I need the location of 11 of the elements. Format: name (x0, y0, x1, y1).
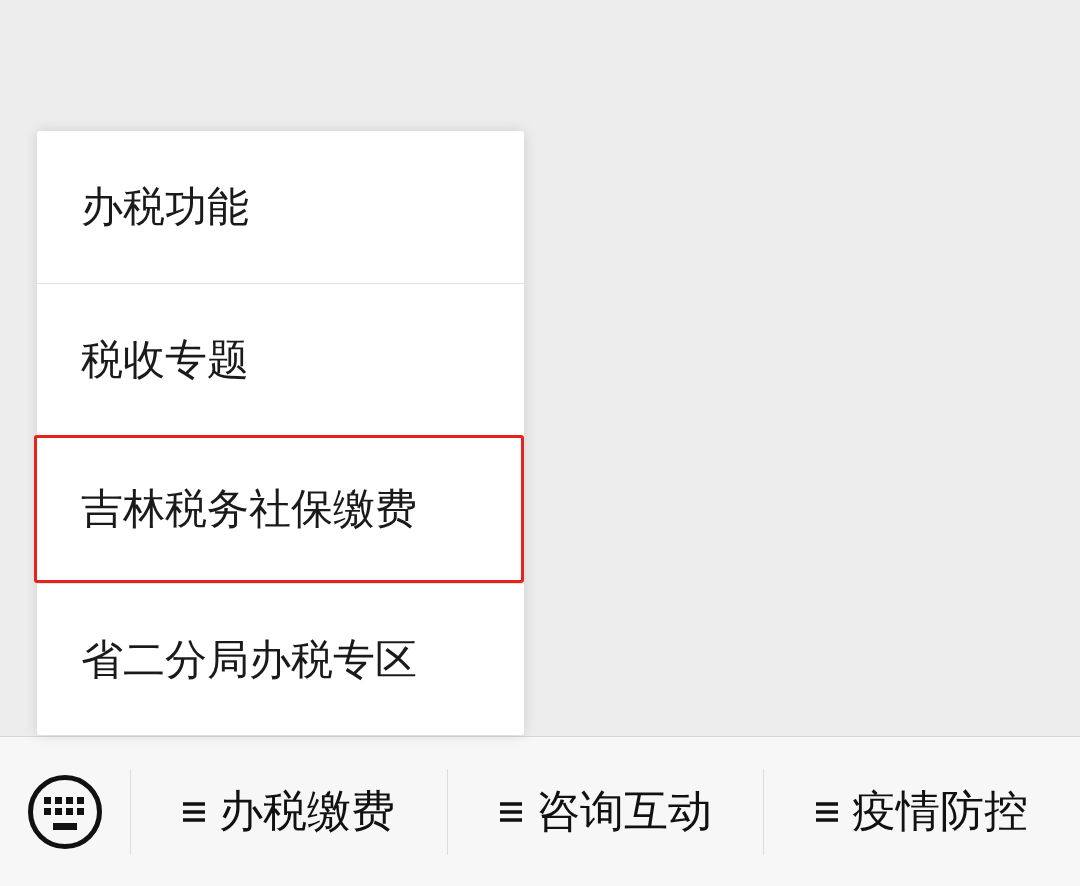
submenu-item[interactable]: 吉林税务社保缴费 (34, 435, 524, 583)
keyboard-icon (28, 774, 102, 849)
submenu-item[interactable]: 税收专题 (37, 283, 524, 435)
submenu-item[interactable]: 办税功能 (37, 131, 524, 283)
menu-tab[interactable]: 办税缴费 (131, 737, 447, 886)
menu-icon (182, 801, 205, 822)
menu-tab[interactable]: 疫情防控 (764, 737, 1080, 886)
menu-icon (816, 801, 839, 822)
submenu-item[interactable]: 省二分局办税专区 (37, 583, 524, 735)
menu-icon (499, 801, 522, 822)
menu-tab[interactable]: 咨询互动 (447, 737, 764, 886)
